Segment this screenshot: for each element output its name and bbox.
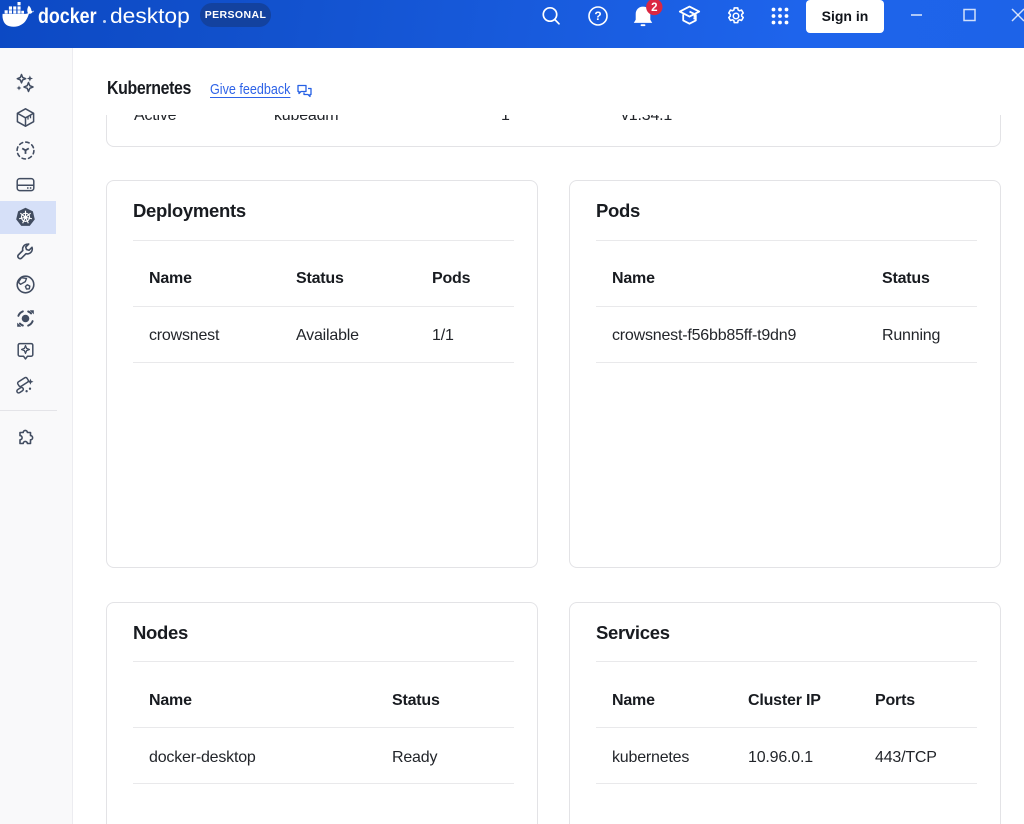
svg-text:2: 2 (651, 2, 657, 14)
svg-text:?: ? (594, 9, 601, 23)
